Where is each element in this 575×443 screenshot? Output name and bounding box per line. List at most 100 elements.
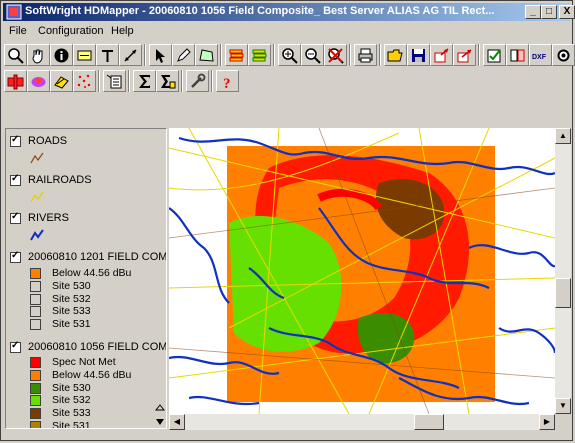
zoom-in-button[interactable] — [278, 44, 301, 66]
legend-swatch — [30, 319, 41, 331]
sum-edit-icon — [161, 75, 176, 89]
export-icon — [434, 48, 449, 63]
sum-edit-button[interactable] — [156, 70, 179, 92]
zoom-select-icon — [8, 48, 24, 64]
toolbar-separator — [273, 44, 275, 66]
legend-swatch — [30, 408, 41, 420]
menu-configuration[interactable]: Configuration — [38, 25, 103, 37]
legend-swatch — [30, 357, 41, 368]
scroll-up-button[interactable]: ▲ — [555, 128, 571, 144]
pointer-button[interactable] — [149, 44, 172, 66]
composite-1201-checkbox[interactable] — [10, 250, 21, 263]
map-vertical-scrollbar[interactable]: ▲ ▼ — [555, 128, 571, 414]
save-icon — [412, 49, 425, 62]
export-button[interactable] — [430, 44, 453, 66]
compare-button[interactable] — [506, 44, 529, 66]
vertical-scroll-thumb[interactable] — [555, 278, 571, 308]
info-button[interactable] — [50, 44, 73, 66]
sparkle-button[interactable] — [73, 70, 96, 92]
map-canvas[interactable] — [169, 128, 555, 414]
info-icon — [54, 48, 69, 63]
layer-style-icon — [54, 76, 69, 89]
toolbar-separator — [181, 70, 183, 92]
layer-style-button[interactable] — [50, 70, 73, 92]
toolbar-separator — [220, 44, 222, 66]
open-folder-icon — [387, 49, 403, 62]
add-layer-button[interactable] — [4, 70, 27, 92]
roads-checkbox[interactable] — [10, 134, 21, 147]
export2-button[interactable] — [453, 44, 476, 66]
sum-button[interactable] — [133, 70, 156, 92]
scroll-down-button[interactable]: ▼ — [555, 398, 571, 414]
coverage-map[interactable] — [169, 128, 555, 414]
toolbar-separator — [478, 44, 480, 66]
zoom-out-button[interactable] — [301, 44, 324, 66]
toolbar-separator — [98, 70, 100, 92]
railroads-checkbox[interactable] — [10, 173, 21, 186]
window-title: SoftWright HDMapper - 20060810 1056 Fiel… — [25, 5, 495, 17]
close-button[interactable]: X — [559, 5, 575, 19]
scroll-left-button[interactable]: ◀ — [169, 414, 185, 430]
help-icon: ? — [223, 76, 231, 90]
zoom-in-icon — [282, 48, 298, 64]
label-button[interactable] — [73, 44, 96, 66]
map-horizontal-scrollbar[interactable]: ◀ ▶ — [169, 414, 555, 430]
legend-swatch — [30, 395, 41, 407]
legend-scroll-arrows-icon[interactable] — [155, 404, 165, 426]
legend-item-label: Site 531 — [52, 420, 91, 429]
dxf-button[interactable]: DXF — [529, 44, 552, 66]
text-button[interactable] — [96, 44, 119, 66]
pan-hand-icon — [32, 49, 43, 64]
menu-help[interactable]: Help — [111, 25, 134, 37]
rivers-checkbox[interactable] — [10, 211, 21, 224]
toolbar-separator — [144, 44, 146, 66]
toolbar-separator — [349, 44, 351, 66]
legend-swatch — [30, 369, 41, 381]
title-bar[interactable]: SoftWright HDMapper - 20060810 1056 Fiel… — [3, 3, 575, 21]
composite-1056-label: 20060810 1056 FIELD COMPOSITE — [28, 341, 167, 353]
legend-item-label: Below 44.56 dBu — [52, 368, 132, 381]
menu-bar: File Configuration Help — [3, 22, 570, 41]
layers-edit-button[interactable] — [248, 44, 271, 66]
composite-1056-checkbox[interactable] — [10, 340, 21, 353]
measure-button[interactable] — [119, 44, 142, 66]
minimize-button[interactable]: _ — [525, 5, 541, 19]
compare-icon — [510, 49, 525, 62]
svg-text:?: ? — [223, 76, 231, 90]
rivers-symbol-icon — [30, 229, 44, 241]
legend-item-label: Below 44.56 dBu — [52, 267, 132, 279]
zoom-cancel-button[interactable] — [324, 44, 347, 66]
measure-icon — [124, 49, 137, 62]
legend-swatch — [30, 293, 41, 305]
legend-button[interactable] — [103, 70, 126, 92]
sum-icon — [139, 75, 150, 88]
wrench-button[interactable] — [186, 70, 209, 92]
polygon-button[interactable] — [195, 44, 218, 66]
save-button[interactable] — [407, 44, 430, 66]
zoom-select-button[interactable] — [4, 44, 27, 66]
layers-icon — [229, 49, 244, 62]
zoom-cancel-icon — [328, 48, 344, 64]
check-button[interactable] — [483, 44, 506, 66]
layer-color-button[interactable] — [27, 70, 50, 92]
layers-button[interactable] — [225, 44, 248, 66]
print-button[interactable] — [354, 44, 377, 66]
scroll-right-button[interactable]: ▶ — [539, 414, 555, 430]
legend-swatch — [30, 268, 41, 279]
legend-swatch — [30, 280, 41, 292]
sparkle-icon — [77, 74, 91, 88]
legend-panel[interactable]: ROADS RAILROADS RIVERS 20060810 1201 FIE… — [5, 128, 167, 429]
settings-button[interactable] — [552, 44, 575, 66]
legend-item-label: Site 532 — [52, 394, 91, 407]
zoom-out-icon — [305, 48, 321, 64]
open-folder-button[interactable] — [384, 44, 407, 66]
help-button[interactable]: ? — [216, 70, 239, 92]
legend-item-label: Spec Not Met — [52, 356, 116, 368]
maximize-button[interactable]: □ — [541, 5, 557, 19]
pan-hand-button[interactable] — [27, 44, 50, 66]
legend-swatch — [30, 421, 41, 428]
edit-button[interactable] — [172, 44, 195, 66]
horizontal-scroll-thumb[interactable] — [414, 414, 444, 430]
menu-file[interactable]: File — [9, 25, 27, 37]
svg-text:DXF: DXF — [532, 54, 547, 61]
